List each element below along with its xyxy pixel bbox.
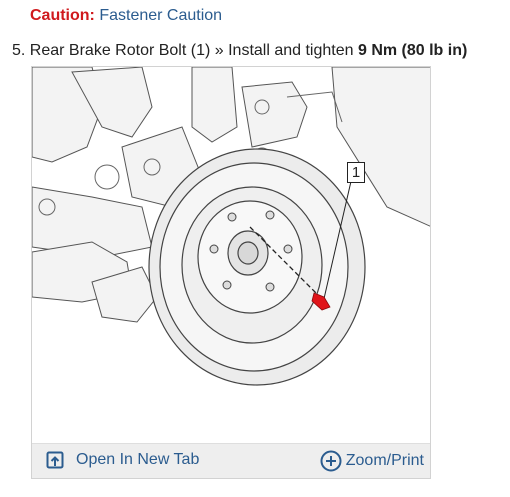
caution-line: Caution: Fastener Caution [30,7,222,25]
callout-box: 1 [347,162,365,183]
brake-rotor-illustration [32,67,430,386]
callout-number: 1 [351,164,361,181]
open-new-tab-icon [46,451,64,469]
open-new-tab-label: Open In New Tab [76,451,200,468]
procedure-step: 5. Rear Brake Rotor Bolt (1) » Install a… [12,42,467,60]
figure-toolbar: Open In New Tab Zoom/Print [32,443,430,478]
torque-spec: 9 Nm (80 lb in) [357,42,468,59]
figure-container: 1 Open In New Tab Zoom/Print [31,66,431,479]
plus-circle-icon [320,450,342,472]
caution-label: Caution: [30,7,95,24]
fastener-caution-link[interactable]: Fastener Caution [99,7,222,24]
open-new-tab-button[interactable]: Open In New Tab [46,451,199,469]
zoom-print-button[interactable]: Zoom/Print [320,450,424,472]
zoom-print-label: Zoom/Print [345,452,424,469]
step-number: 5. [12,42,26,59]
step-text: Rear Brake Rotor Bolt (1) » Install and … [29,42,354,59]
